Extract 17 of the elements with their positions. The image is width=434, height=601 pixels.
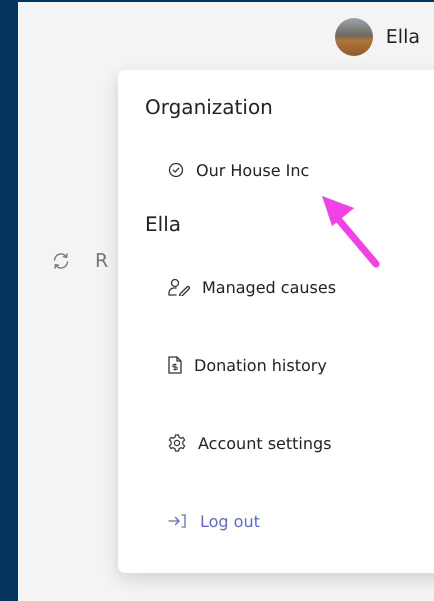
menu-item[interactable]: Donation history	[168, 352, 327, 378]
menu-item[interactable]: Managed causes	[168, 274, 336, 300]
pointer-arrow	[322, 196, 380, 268]
user-name[interactable]: Ella	[386, 26, 420, 48]
settings-icon	[168, 434, 186, 452]
section-title: Organization	[145, 94, 274, 121]
logout-icon	[168, 513, 188, 529]
avatar[interactable]	[334, 18, 373, 56]
menu-label[interactable]: R	[95, 250, 108, 272]
menu-item[interactable]: Account settings	[168, 430, 332, 456]
refresh-icon[interactable]	[51, 251, 71, 271]
receipt-icon	[168, 356, 182, 374]
logout-link[interactable]: Log out	[168, 508, 260, 534]
user-pen-icon	[168, 278, 190, 296]
menu-item[interactable]: Our House Inc	[168, 156, 310, 184]
section-title: Ella	[145, 211, 182, 238]
check-circle-icon	[168, 162, 184, 178]
